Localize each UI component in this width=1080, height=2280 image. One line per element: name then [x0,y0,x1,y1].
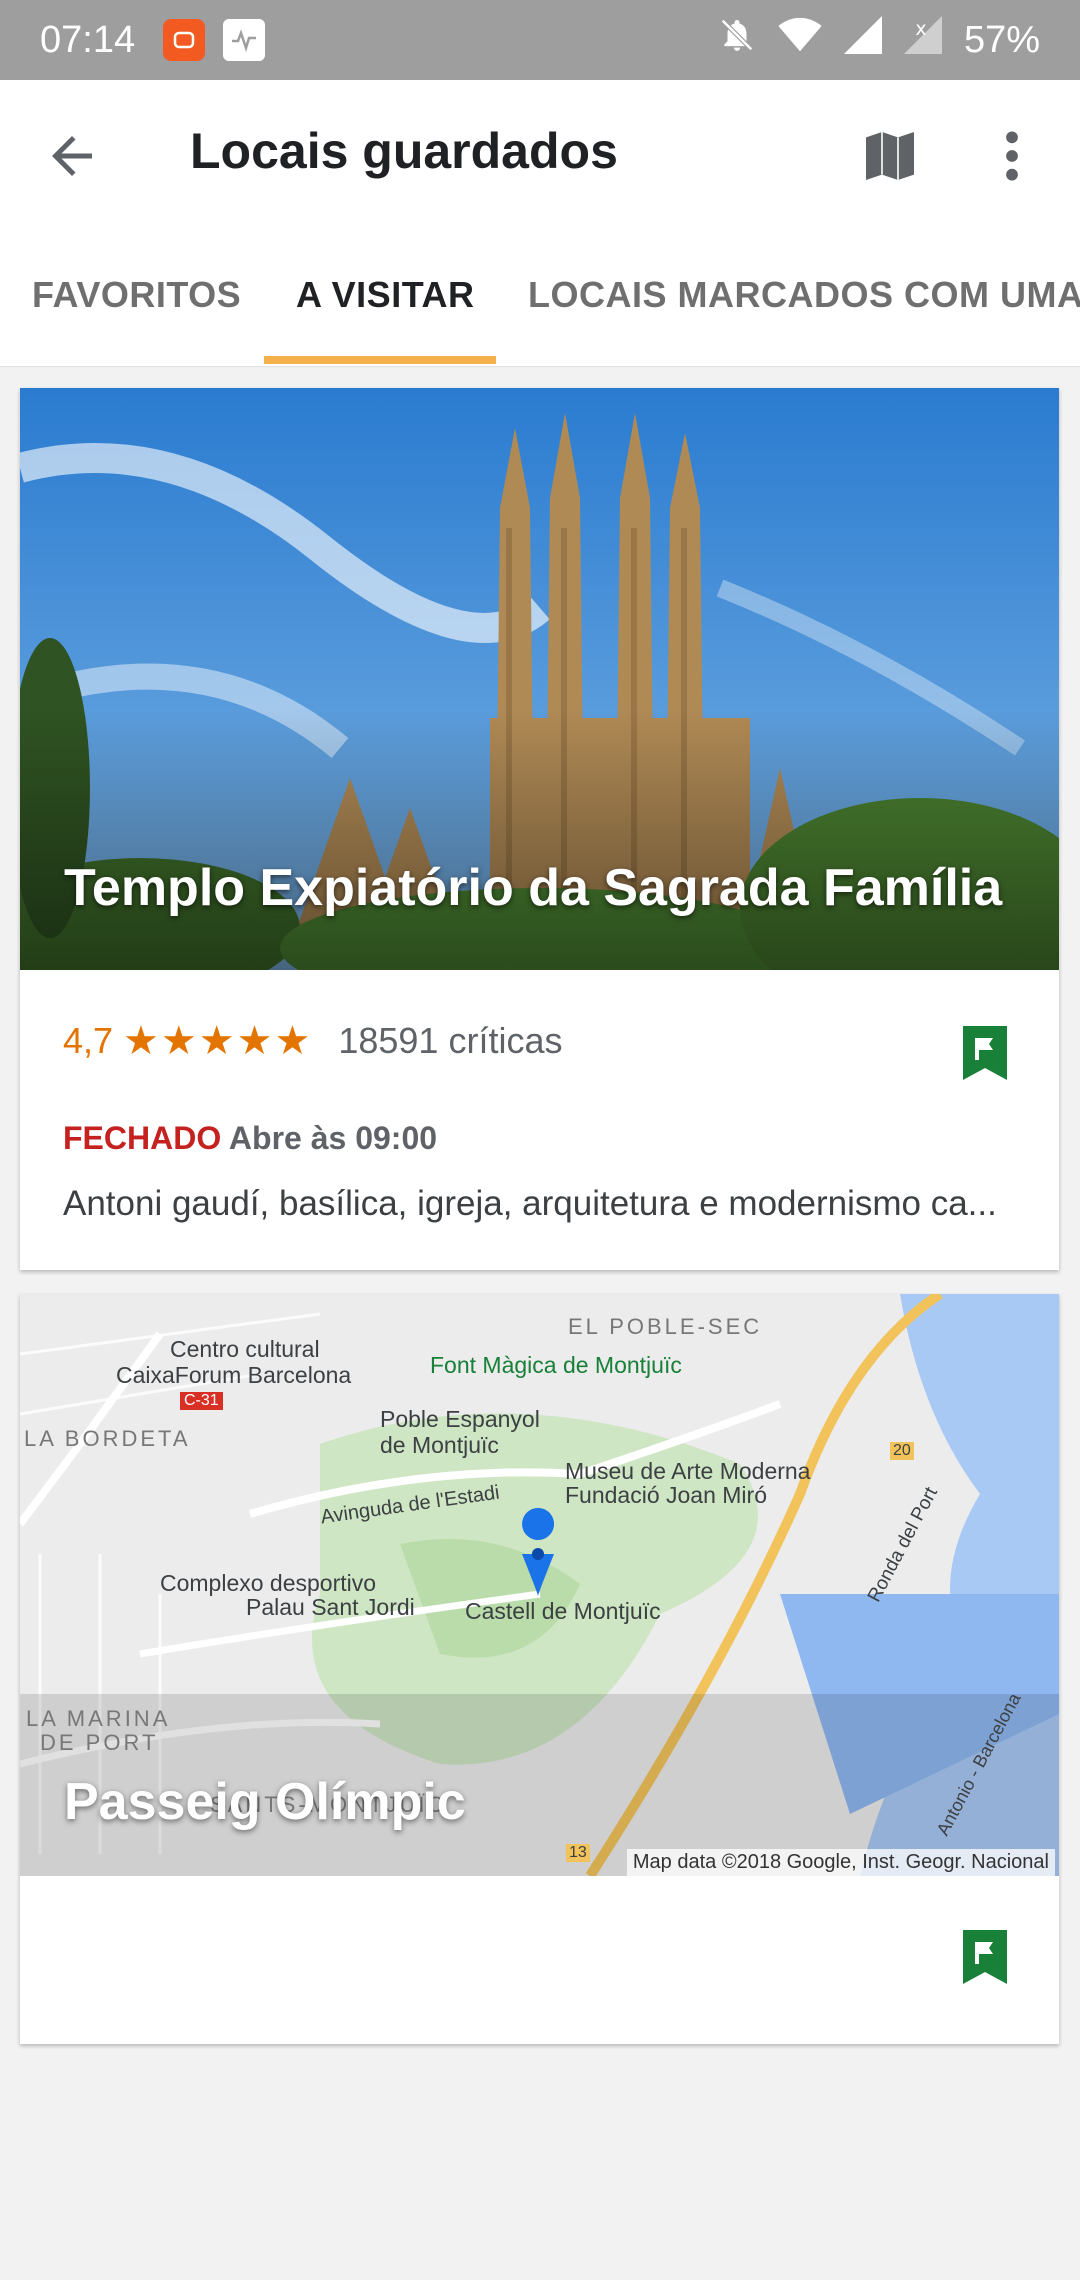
place-description: Antoni gaudí, basílica, igreja, arquitet… [63,1184,997,1223]
map-label: Complexo desportivo [160,1570,377,1596]
status-time: 07:14 [40,18,136,61]
tab-a-visitar[interactable]: A VISITAR [296,274,475,316]
page-title: Locais guardados [190,123,618,179]
opens-label: Abre às 09:00 [228,1120,438,1156]
map-label: LA MARINA [26,1706,171,1731]
back-arrow-icon[interactable] [42,126,102,186]
signal-x-icon: x [903,16,942,64]
place-photo: Templo Expiatório da Sagrada Família [20,388,1059,970]
place-card-passeig-olimpic[interactable]: EL POBLE-SEC Centro cultural CaixaForum … [20,1294,1059,2044]
rating-stars: ★★★★★ [123,1019,313,1063]
wifi-icon [778,17,822,63]
map-label: EL POBLE-SEC [568,1314,763,1339]
map-label: CaixaForum Barcelona [116,1362,352,1388]
map-thumbnail: EL POBLE-SEC Centro cultural CaixaForum … [20,1294,1059,1876]
map-label: Palau Sant Jordi [246,1594,415,1620]
more-vert-icon[interactable] [990,124,1034,188]
review-count: 18591 críticas [338,1020,563,1061]
map-label: 13 [566,1844,590,1862]
activity-app-icon [223,19,266,61]
battery-text: 57% [963,18,1040,61]
map-credit: Map data ©2018 Google, Inst. Geogr. Naci… [626,1849,1055,1876]
map-label: Font Màgica de Montjuïc [430,1352,682,1378]
rating-value: 4,7 [63,1020,114,1061]
map-label: Fundació Joan Miró [565,1482,767,1508]
map-label: Castell de Montjuïc [465,1598,661,1624]
mi-app-icon [163,19,206,61]
tab-bar: FAVORITOS A VISITAR LOCAIS MARCADOS COM … [0,226,1080,367]
map-label: Poble Espanyol [380,1406,540,1432]
active-tab-indicator [264,356,496,364]
map-label: Centro cultural [170,1336,320,1362]
place-title: Templo Expiatório da Sagrada Família [64,859,1003,917]
tab-locais-marcados[interactable]: LOCAIS MARCADOS COM UMA E [528,274,1080,316]
rating-row: 4,7 ★★★★★ 18591 críticas [63,1018,562,1064]
closed-label: FECHADO [63,1120,222,1156]
map-label: DE PORT [40,1730,159,1755]
flag-bookmark-icon[interactable] [963,1930,1007,1984]
tab-favoritos[interactable]: FAVORITOS [32,274,241,316]
map-label: C-31 [180,1392,223,1410]
map-label: de Montjuïc [380,1432,499,1458]
svg-text:x: x [915,18,926,40]
map-label: Museu de Arte Moderna [565,1458,811,1484]
map-icon[interactable] [858,124,922,188]
map-label: 20 [890,1442,914,1460]
map-label: LA BORDETA [24,1426,191,1451]
notifications-off-icon [718,16,756,64]
flag-bookmark-icon[interactable] [963,1026,1007,1080]
place-title: Passeig Olímpic [64,1773,466,1831]
opening-status: FECHADO Abre às 09:00 [63,1120,437,1157]
signal-icon [843,16,882,64]
status-bar: 07:14 x 57% [0,0,1080,80]
place-card-sagrada-familia[interactable]: Templo Expiatório da Sagrada Família 4,7… [20,388,1059,1270]
app-bar: Locais guardados [0,80,1080,226]
